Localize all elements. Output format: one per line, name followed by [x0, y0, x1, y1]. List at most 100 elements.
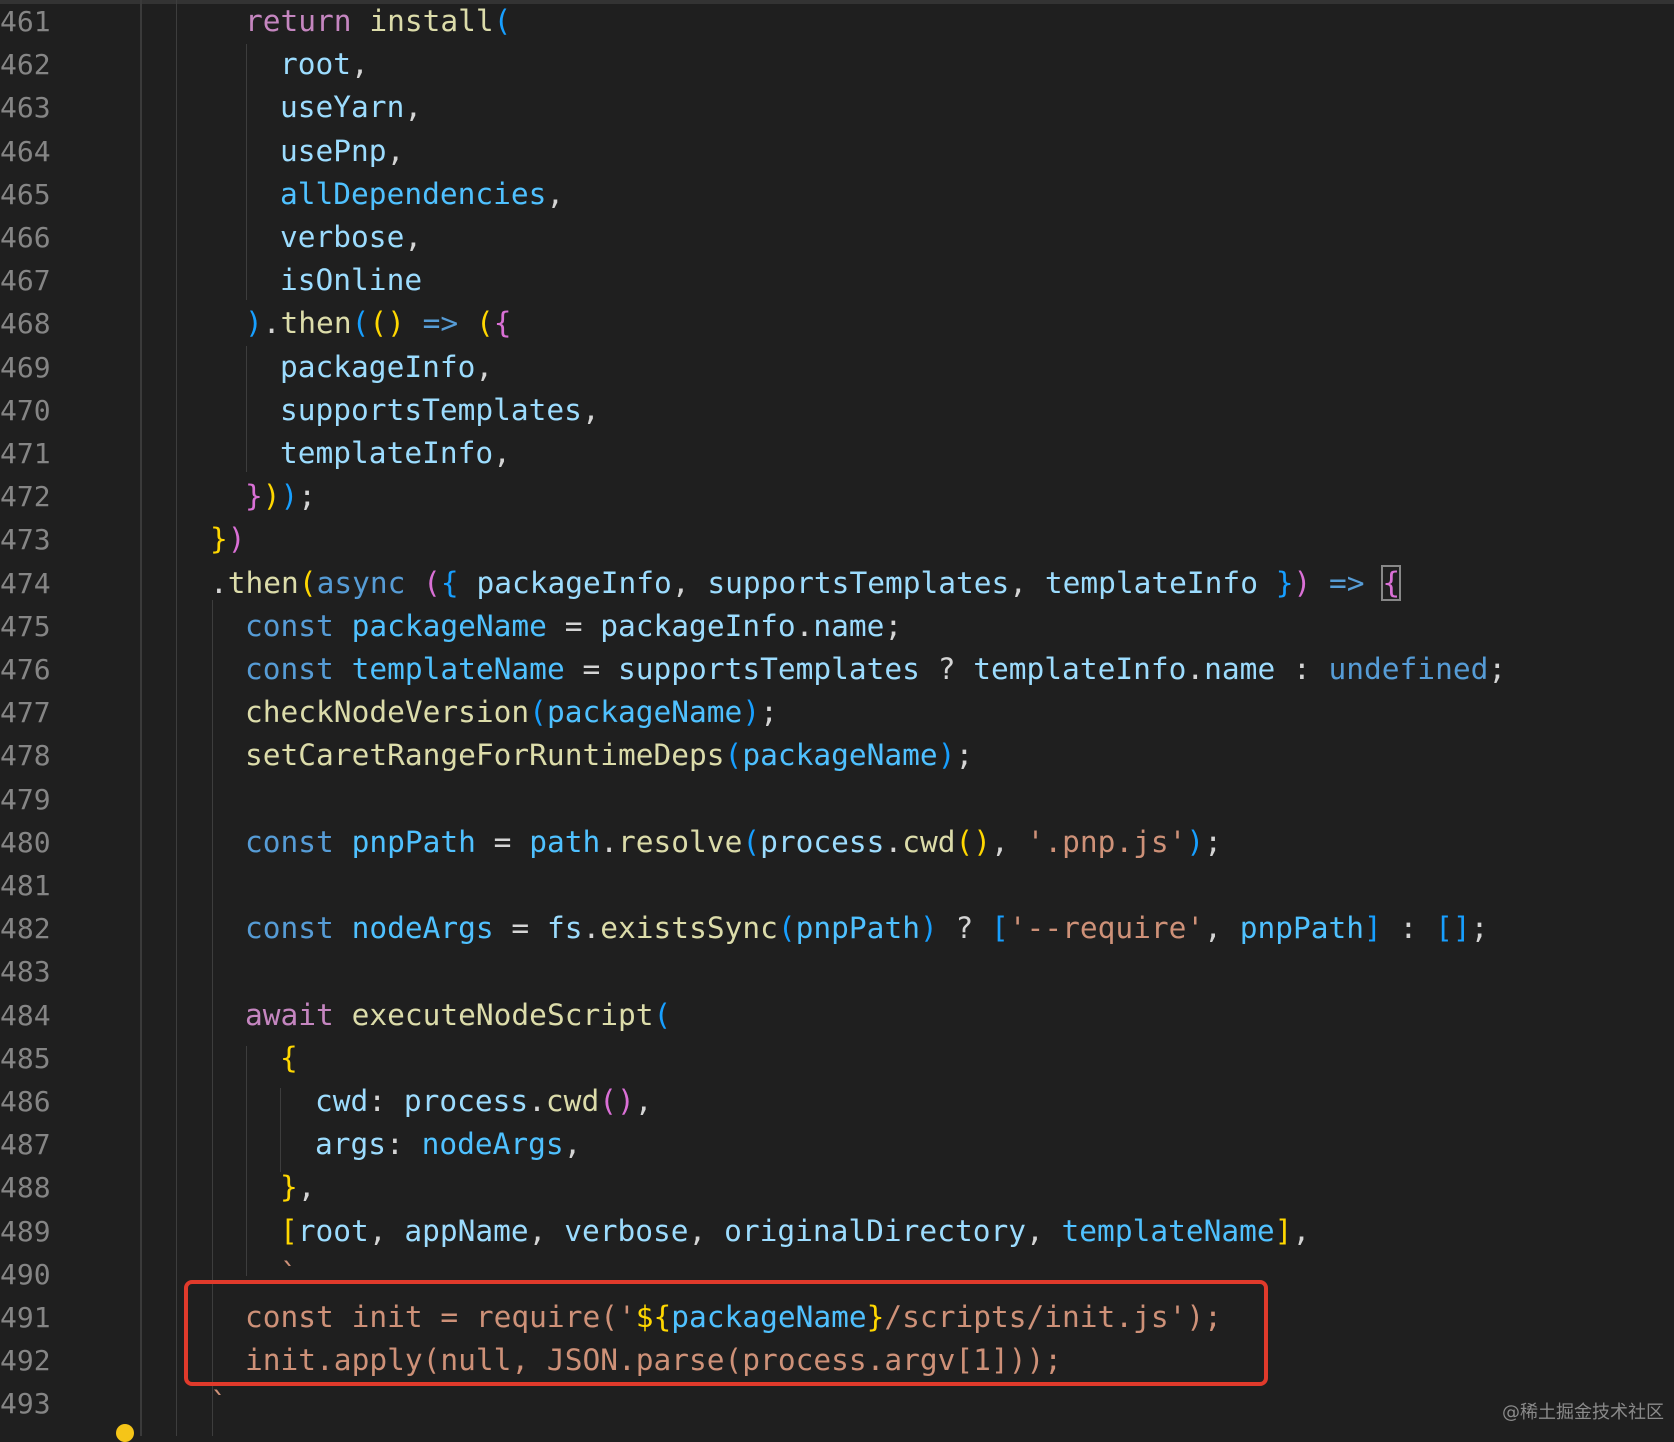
code-token: supportsTemplates: [280, 392, 582, 427]
code-text[interactable]: checkNodeVersion(packageName);: [245, 691, 778, 734]
code-token: .: [210, 565, 228, 600]
code-token: async: [316, 565, 406, 600]
code-line[interactable]: 489 [root, appName, verbose, originalDire…: [0, 1210, 1674, 1253]
code-line[interactable]: 465 allDependencies,: [0, 173, 1674, 216]
code-line[interactable]: 485 {: [0, 1037, 1674, 1080]
code-token: =>: [1329, 565, 1365, 600]
code-token: ,: [386, 133, 405, 168]
line-number: 484: [0, 998, 51, 1032]
code-text[interactable]: return install(: [245, 0, 511, 43]
code-line[interactable]: 468).then(() => ({: [0, 302, 1674, 345]
code-text[interactable]: {: [280, 1037, 298, 1080]
code-line[interactable]: 478 setCaretRangeForRuntimeDeps(packageNa…: [0, 734, 1674, 777]
code-token: name: [813, 608, 885, 643]
code-token: (: [298, 565, 317, 600]
line-number: 473: [0, 523, 51, 557]
code-line[interactable]: 493 `: [0, 1382, 1674, 1425]
code-token: usePnp: [280, 133, 387, 168]
code-text[interactable]: args: nodeArgs,: [315, 1123, 581, 1166]
code-text[interactable]: `: [210, 1382, 228, 1425]
code-token: pnpPath: [795, 911, 920, 946]
line-number: 490: [0, 1257, 51, 1291]
code-text[interactable]: supportsTemplates,: [280, 389, 600, 432]
code-line[interactable]: 476 const templateName = supportsTemplate…: [0, 648, 1674, 691]
code-token: =: [564, 652, 619, 686]
code-text[interactable]: cwd: process.cwd(),: [315, 1080, 653, 1123]
code-token: cwd: [545, 1084, 600, 1118]
code-line[interactable]: 480 const pnpPath = path.resolve(process.…: [0, 821, 1674, 864]
code-token: (: [529, 695, 547, 730]
code-line[interactable]: 467 isOnline: [0, 259, 1674, 302]
code-text[interactable]: const packageName = packageInfo.name;: [245, 605, 902, 648]
code-token: ): [280, 479, 299, 514]
code-token: (: [351, 306, 370, 341]
line-number: 467: [0, 264, 51, 298]
code-token: ,: [475, 349, 494, 384]
code-text[interactable]: usePnp,: [280, 130, 404, 173]
code-text[interactable]: packageInfo,: [280, 346, 493, 389]
code-token: ,: [528, 1213, 565, 1248]
code-line[interactable]: 484 await executeNodeScript(: [0, 994, 1674, 1037]
code-line[interactable]: 481: [0, 864, 1674, 907]
code-line[interactable]: 463 useYarn,: [0, 86, 1674, 129]
code-token: {: [493, 306, 512, 341]
code-token: ,: [1204, 911, 1240, 946]
code-token: resolve: [618, 824, 743, 859]
code-line[interactable]: 483: [0, 950, 1674, 993]
code-line[interactable]: 479: [0, 778, 1674, 821]
code-text[interactable]: }));: [245, 475, 316, 518]
code-line[interactable]: 470 supportsTemplates,: [0, 389, 1674, 432]
code-line[interactable]: 469 packageInfo,: [0, 346, 1674, 389]
code-token: .: [1186, 652, 1205, 686]
code-text[interactable]: allDependencies,: [280, 173, 564, 216]
lightbulb-icon[interactable]: [116, 1424, 134, 1442]
line-number: 488: [0, 1171, 51, 1205]
code-token: :: [1381, 911, 1436, 946]
code-text[interactable]: root,: [280, 43, 369, 86]
code-line[interactable]: 464 usePnp,: [0, 130, 1674, 173]
code-editor[interactable]: 461 return install(462 root, 463 useYarn, 464…: [0, 0, 1674, 1442]
code-line[interactable]: 475 const packageName = packageInfo.name;: [0, 605, 1674, 648]
code-text[interactable]: templateInfo,: [280, 432, 511, 475]
code-token: =: [475, 824, 530, 859]
code-text[interactable]: [root, appName, verbose, originalDirecto…: [280, 1210, 1310, 1253]
code-token: templateInfo: [280, 436, 494, 470]
code-line[interactable]: 472}));: [0, 475, 1674, 518]
code-line[interactable]: 473}): [0, 518, 1674, 561]
code-text[interactable]: }): [210, 518, 246, 561]
code-line[interactable]: 466 verbose,: [0, 216, 1674, 259]
code-text[interactable]: const pnpPath = path.resolve(process.cwd…: [245, 821, 1222, 864]
line-number: 461: [0, 5, 51, 38]
code-text[interactable]: },: [280, 1166, 316, 1209]
code-token: ;: [760, 695, 778, 730]
code-line[interactable]: 462 root,: [0, 43, 1674, 86]
code-text[interactable]: const nodeArgs = fs.existsSync(pnpPath) …: [245, 907, 1488, 950]
line-number: 462: [0, 48, 51, 82]
code-text[interactable]: verbose,: [280, 216, 422, 259]
code-text[interactable]: useYarn,: [280, 86, 422, 129]
code-line[interactable]: 461 return install(: [0, 0, 1674, 43]
code-text[interactable]: .then(async ({ packageInfo, supportsTemp…: [210, 562, 1402, 605]
code-line[interactable]: 487 args: nodeArgs,: [0, 1123, 1674, 1166]
code-token: packageInfo: [280, 349, 476, 384]
code-token: root: [280, 47, 352, 82]
code-token: .: [528, 1084, 546, 1118]
code-line[interactable]: 477 checkNodeVersion(packageName);: [0, 691, 1674, 734]
code-line[interactable]: 486 cwd: process.cwd(),: [0, 1080, 1674, 1123]
code-line[interactable]: 471 templateInfo,: [0, 432, 1674, 475]
code-text[interactable]: ).then(() => ({: [245, 302, 511, 345]
code-text[interactable]: isOnline: [280, 259, 422, 302]
code-text[interactable]: const templateName = supportsTemplates ?…: [245, 648, 1506, 691]
code-token: supportsTemplates: [707, 565, 1010, 600]
code-line[interactable]: 474 .then(async ({ packageInfo, supportsT…: [0, 562, 1674, 605]
code-line[interactable]: 488},: [0, 1166, 1674, 1209]
code-line[interactable]: 482 const nodeArgs = fs.existsSync(pnpPat…: [0, 907, 1674, 950]
code-token: (): [369, 306, 405, 341]
code-text[interactable]: await executeNodeScript(: [245, 994, 671, 1037]
code-token: root: [297, 1213, 369, 1248]
code-text[interactable]: setCaretRangeForRuntimeDeps(packageName)…: [245, 734, 973, 777]
code-token: :: [386, 1127, 422, 1162]
